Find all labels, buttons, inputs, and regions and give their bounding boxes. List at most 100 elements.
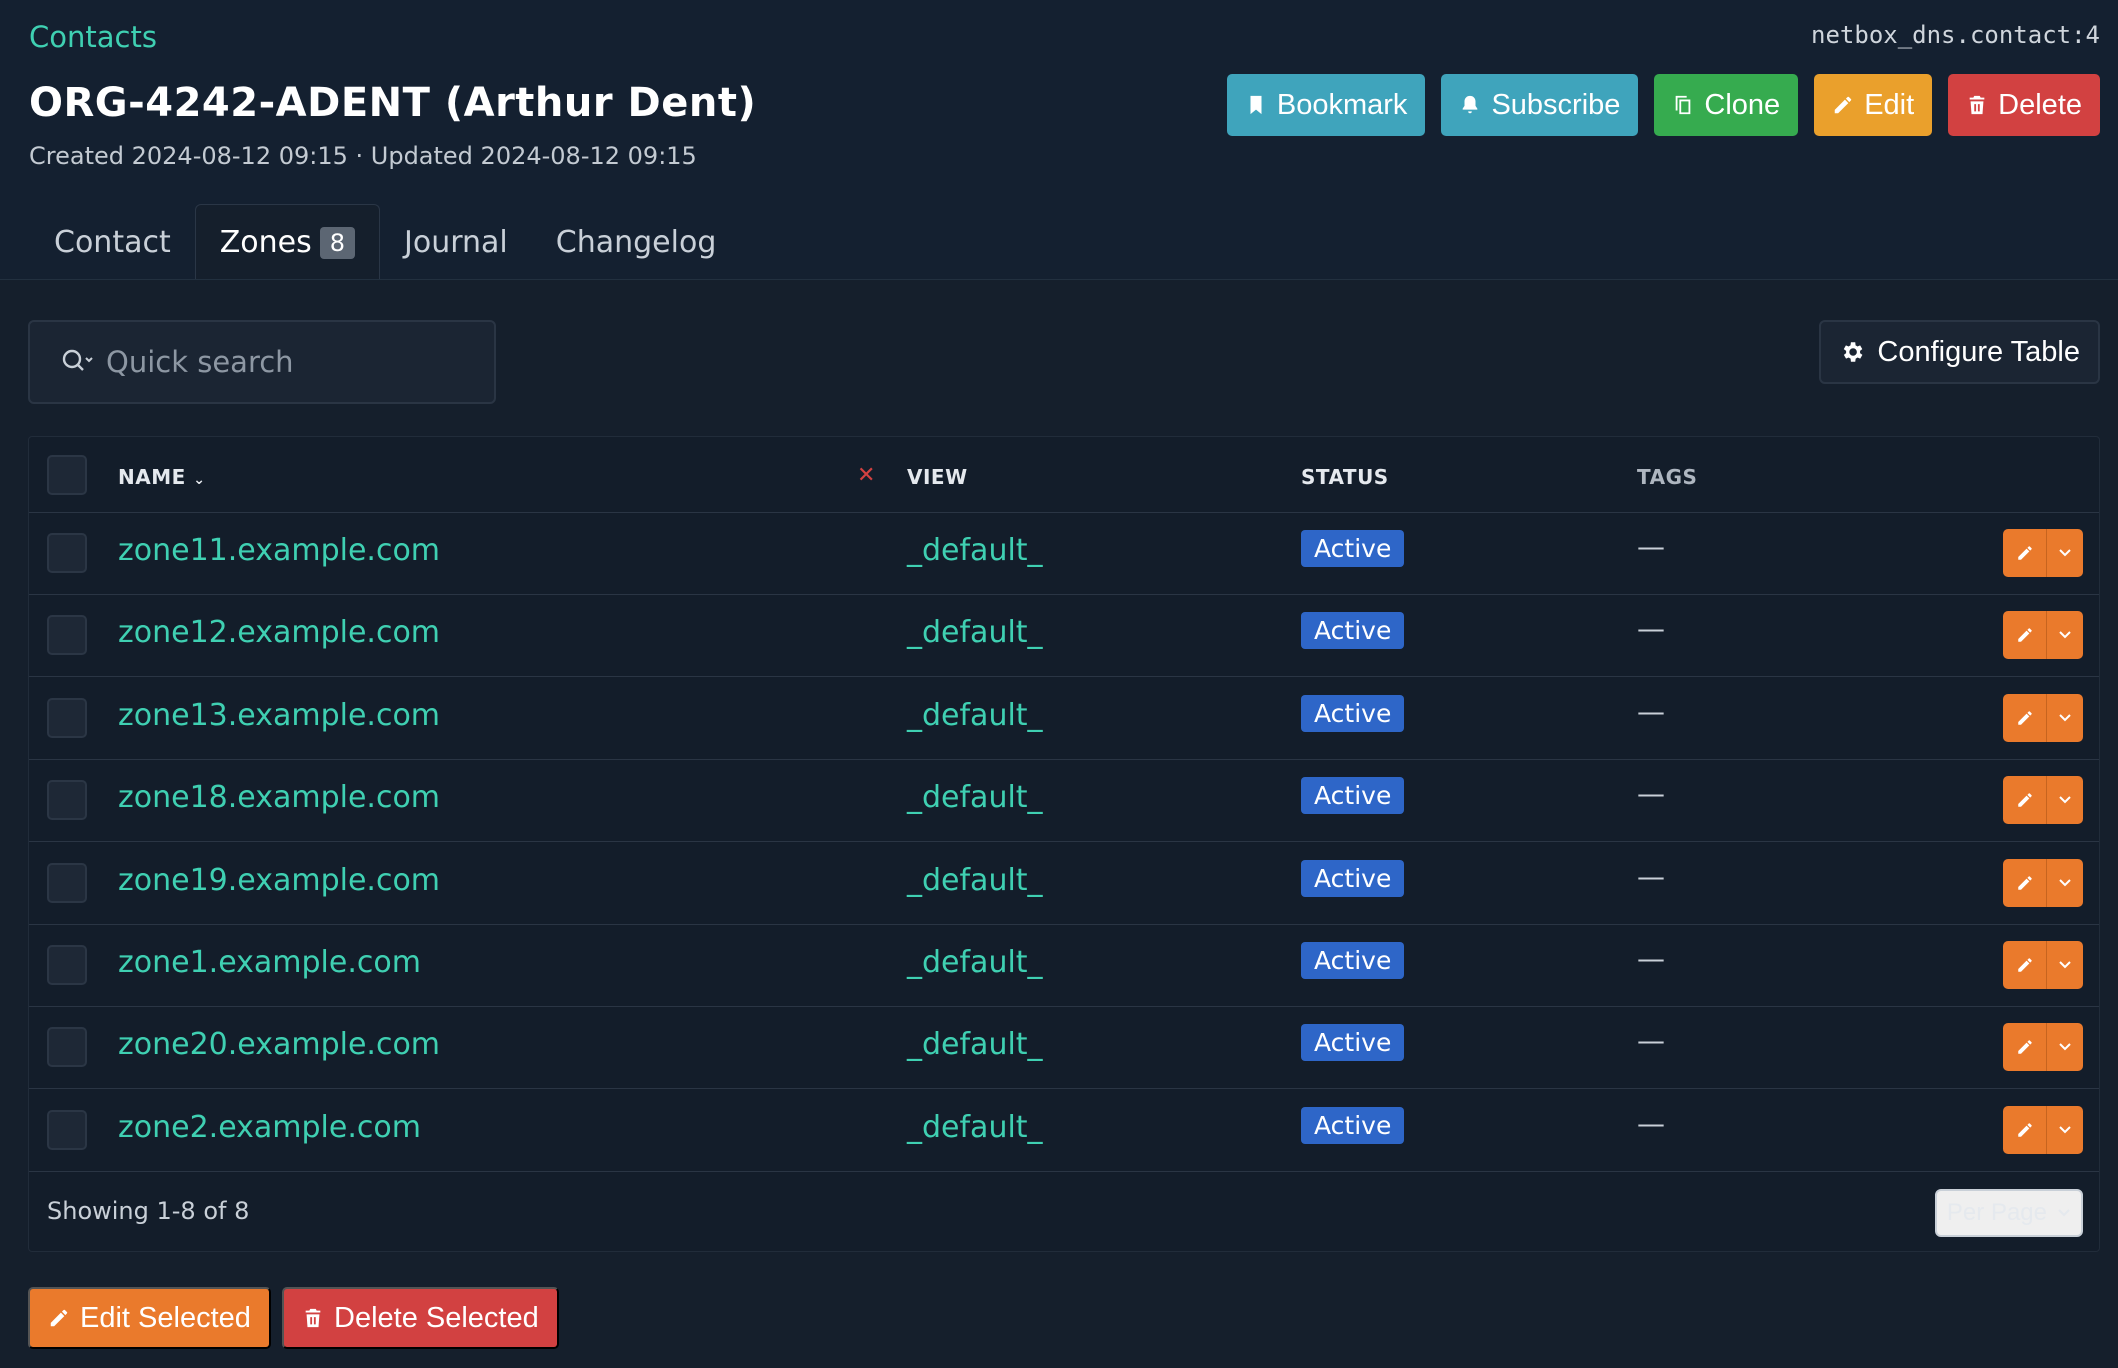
view-link[interactable]: _default_ [907,945,1043,980]
bookmark-icon [1250,95,1262,115]
table-row: zone1.example.com _default_ Active — [29,925,2099,1007]
row-actions-dropdown[interactable] [2047,694,2083,742]
delete-button[interactable]: Delete [1948,74,2100,136]
breadcrumb-contacts[interactable]: Contacts [29,20,157,54]
sort-chevron-icon: ⌄ [193,472,206,488]
column-header-tags: TAGS [1637,465,1698,489]
row-checkbox[interactable] [47,1109,87,1150]
view-link[interactable]: _default_ [907,615,1043,650]
tab-contact[interactable]: Contact [30,204,195,280]
view-link[interactable]: _default_ [907,698,1043,733]
row-checkbox[interactable] [47,780,87,821]
column-header-name[interactable]: NAME ⌄ [118,465,205,489]
search-input[interactable] [106,345,466,379]
row-actions-dropdown[interactable] [2047,941,2083,989]
table-row: zone18.example.com _default_ Active — [29,760,2099,843]
clone-label: Clone [1704,88,1781,121]
bookmark-button[interactable]: Bookmark [1226,74,1426,136]
per-page-dropdown[interactable]: Per Page [1934,1189,2083,1237]
tab-changelog[interactable]: Changelog [532,204,741,280]
row-edit-button[interactable] [2003,1105,2047,1154]
clone-button[interactable]: Clone [1654,74,1799,136]
chevron-down-icon [2059,549,2071,557]
pencil-icon [2017,546,2032,560]
status-badge: Active [1301,1106,1405,1144]
row-checkbox[interactable] [47,697,87,738]
edit-button[interactable]: Edit [1814,74,1933,136]
row-edit-button[interactable] [2003,693,2047,742]
edit-selected-button[interactable]: Edit Selected [28,1287,271,1349]
row-actions-dropdown[interactable] [2047,776,2083,824]
row-actions-dropdown[interactable] [2047,611,2083,659]
trash-icon [1969,95,1985,115]
subscribe-button[interactable]: Subscribe [1441,74,1639,136]
configure-table-label: Configure Table [1877,335,2080,368]
row-checkbox[interactable] [47,945,87,985]
row-edit-button[interactable] [2003,858,2047,907]
column-header-view[interactable]: VIEW [907,465,968,489]
row-checkbox[interactable] [47,862,87,903]
clear-sort-icon[interactable]: ✕ [857,463,875,488]
tab-zones[interactable]: Zones 8 [194,204,381,280]
row-action-group [2003,529,2083,577]
timestamps: Created 2024-08-12 09:15 · Updated 2024-… [29,142,697,170]
page-title: ORG-4242-ADENT (Arthur Dent) [29,80,757,126]
zone-name-link[interactable]: zone20.example.com [118,1027,440,1062]
chevron-down-icon [2059,631,2071,639]
trash-icon [305,1308,321,1328]
zone-name-link[interactable]: zone2.example.com [118,1110,421,1145]
view-link[interactable]: _default_ [907,863,1043,898]
zone-name-link[interactable]: zone18.example.com [118,780,440,815]
view-link[interactable]: _default_ [907,1110,1043,1145]
row-actions-dropdown[interactable] [2047,1106,2083,1154]
pencil-icon [2017,875,2032,890]
row-action-group [2003,693,2083,742]
row-actions-dropdown[interactable] [2047,529,2083,577]
table-row: zone12.example.com _default_ Active — [29,595,2099,678]
tags-cell: — [1637,942,1665,975]
delete-label: Delete [1998,88,2082,121]
zones-count-badge: 8 [319,226,356,259]
select-all-checkbox[interactable] [47,455,87,495]
status-badge: Active [1301,530,1405,567]
zone-name-link[interactable]: zone12.example.com [118,615,440,650]
row-actions-dropdown[interactable] [2047,859,2083,907]
delete-selected-label: Delete Selected [334,1301,539,1334]
table-row: zone19.example.com _default_ Active — [29,843,2099,925]
row-edit-button[interactable] [2003,529,2047,577]
row-checkbox[interactable] [47,615,87,656]
zone-name-link[interactable]: zone11.example.com [118,533,440,568]
tab-journal-label: Journal [404,224,508,260]
table-header: NAME ⌄ ✕ VIEW STATUS TAGS [29,437,2099,513]
tab-changelog-label: Changelog [555,224,717,260]
chevron-down-icon [2059,878,2071,887]
bell-plus-icon [1463,95,1478,114]
bookmark-label: Bookmark [1276,88,1408,121]
zone-name-link[interactable]: zone19.example.com [118,863,440,898]
tags-cell: — [1637,777,1665,811]
view-link[interactable]: _default_ [907,780,1043,815]
gear-icon [1844,342,1863,362]
status-badge: Active [1301,777,1405,815]
row-edit-button[interactable] [2003,1023,2047,1072]
row-edit-button[interactable] [2003,611,2047,660]
chevron-down-icon [2059,961,2071,969]
row-checkbox[interactable] [47,533,87,573]
zone-name-link[interactable]: zone13.example.com [118,698,440,733]
view-link[interactable]: _default_ [907,533,1043,568]
column-header-status[interactable]: STATUS [1301,465,1389,489]
chevron-down-icon [2059,1126,2071,1134]
row-edit-button[interactable] [2003,776,2047,825]
pencil-icon [2017,958,2032,972]
configure-table-button[interactable]: Configure Table [1819,320,2100,384]
tab-journal[interactable]: Journal [380,204,532,280]
delete-selected-button[interactable]: Delete Selected [282,1287,559,1349]
row-action-group [2003,611,2083,660]
tags-cell: — [1637,612,1665,646]
zone-name-link[interactable]: zone1.example.com [118,945,421,980]
tab-bar: Contact Zones 8 Journal Changelog [30,204,740,280]
view-link[interactable]: _default_ [907,1027,1043,1062]
row-actions-dropdown[interactable] [2047,1023,2083,1071]
row-checkbox[interactable] [47,1027,87,1068]
row-edit-button[interactable] [2003,941,2047,989]
